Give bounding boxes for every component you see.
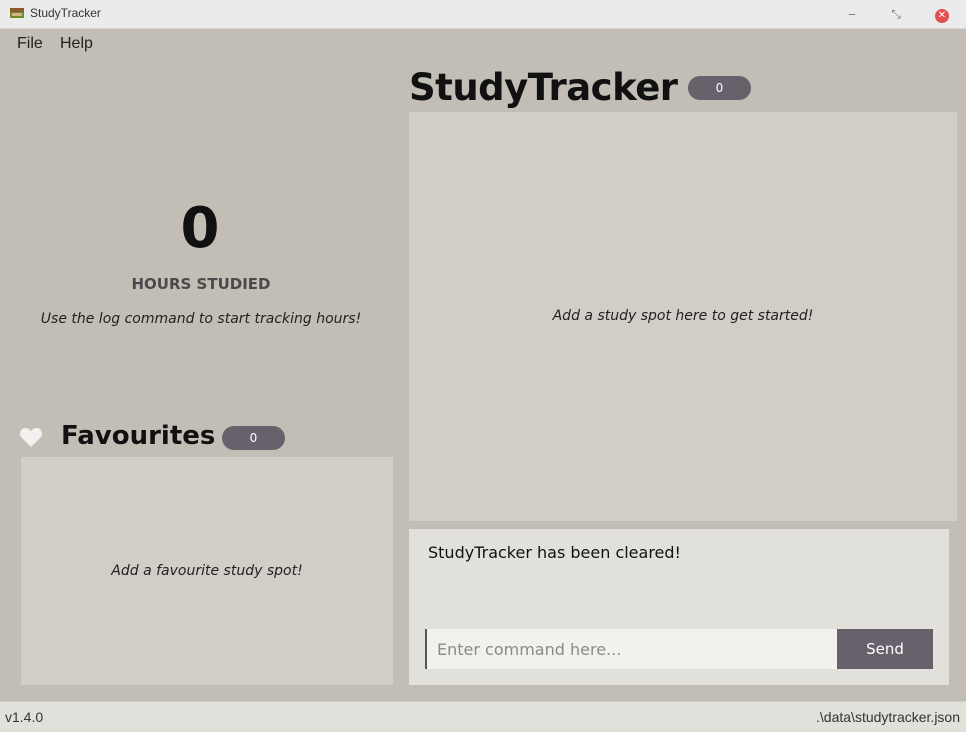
favourites-count-badge: 0 xyxy=(222,426,285,450)
page-title: StudyTracker xyxy=(409,66,678,109)
favourites-list: Add a favourite study spot! xyxy=(21,457,393,685)
save-file-path: .\data\studytracker.json xyxy=(816,709,960,725)
status-bar: v1.4.0 .\data\studytracker.json xyxy=(0,701,966,732)
study-spot-list: Add a study spot here to get started! xyxy=(409,112,957,521)
favourites-empty-text: Add a favourite study spot! xyxy=(111,563,303,579)
hours-studied-label: HOURS STUDIED xyxy=(131,275,271,293)
favourites-title: Favourites xyxy=(61,421,216,451)
maximize-button[interactable]: ⤡ xyxy=(878,0,914,28)
minimize-button[interactable]: ‒ xyxy=(834,0,870,28)
menu-help[interactable]: Help xyxy=(60,35,93,53)
close-icon: ✕ xyxy=(935,9,949,23)
result-display: StudyTracker has been cleared! Send xyxy=(409,529,949,685)
result-message: StudyTracker has been cleared! xyxy=(428,543,681,562)
app-icon xyxy=(10,8,24,18)
window-titlebar: StudyTracker ‒ ⤡ ✕ xyxy=(0,0,966,29)
command-input[interactable] xyxy=(425,629,837,669)
menu-file[interactable]: File xyxy=(17,35,43,53)
menu-bar: File Help xyxy=(0,29,966,59)
window-title: StudyTracker xyxy=(30,6,101,20)
study-spot-count-badge: 0 xyxy=(688,76,751,100)
heart-icon xyxy=(19,428,43,447)
send-button[interactable]: Send xyxy=(837,629,933,669)
close-button[interactable]: ✕ xyxy=(924,0,960,28)
hours-studied-value: 0 xyxy=(180,196,220,261)
hours-hint-text: Use the log command to start tracking ho… xyxy=(40,311,362,327)
version-label: v1.4.0 xyxy=(5,709,44,725)
study-spot-empty-text: Add a study spot here to get started! xyxy=(552,308,814,324)
